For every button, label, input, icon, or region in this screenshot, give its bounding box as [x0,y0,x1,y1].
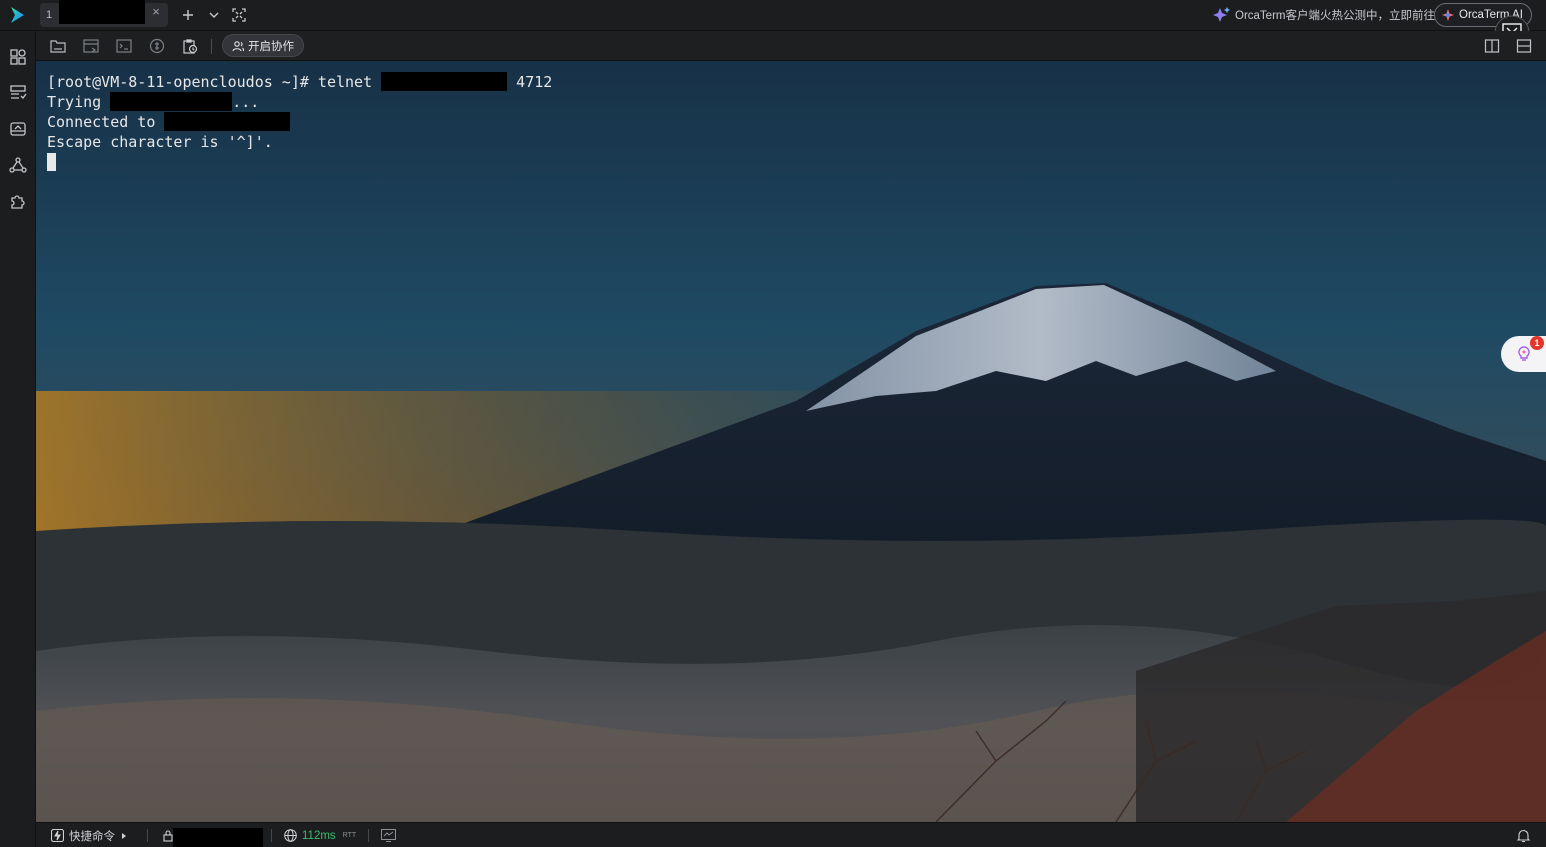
redacted-connected-host [164,112,291,131]
status-divider [147,829,148,842]
trying-prefix: Trying [47,93,111,111]
security-shield-icon[interactable] [149,38,165,54]
lightning-icon [51,829,64,842]
bell-icon[interactable] [1517,829,1530,843]
sparkle-icon [1213,7,1230,22]
quick-commands-label: 快捷命令 [69,830,115,843]
ai-star-icon [1442,9,1454,21]
collaborate-users-icon [232,40,244,51]
tab-close-icon[interactable]: × [144,0,168,24]
prompt-line: [root@VM-8-11-opencloudos ~]# telnet [47,73,382,91]
connected-prefix: Connected to [47,113,165,131]
telnet-port: 4712 [507,73,553,91]
network-nodes-icon[interactable] [9,156,27,174]
storage-drive-icon[interactable] [9,120,27,138]
fullscreen-icon[interactable] [231,7,247,23]
top-bar: 1 × OrcaTerm客户端火热公测中，立即前往 OrcaTerm AI [0,0,1546,51]
toolbar-divider [211,39,212,54]
promo-banner[interactable]: OrcaTerm客户端火热公测中，立即前往 [1212,6,1435,24]
split-vertical-icon[interactable] [1484,38,1500,54]
status-bar: 快捷命令 112ms RTT [36,822,1546,847]
latency-indicator[interactable]: 112ms RTT [284,823,356,847]
split-horizontal-icon[interactable] [1516,38,1532,54]
escape-line: Escape character is '^]'. [47,133,273,151]
trying-suffix: ... [232,93,260,111]
lightbulb-icon [1518,346,1530,361]
status-divider [368,829,369,842]
ai-assistant-floating-button[interactable]: 1 [1501,336,1546,372]
app-logo-icon [11,7,24,23]
redacted-server-address [173,828,263,847]
tab-title-redacted[interactable] [59,0,145,24]
redacted-ip [110,92,233,111]
sftp-folder-icon[interactable] [50,38,66,54]
start-collaboration-button[interactable]: 开启协作 [222,34,304,57]
terminal-cursor [47,153,56,171]
terminal-toolbar: 开启协作 [36,31,1546,61]
lock-icon [163,830,173,842]
file-transfer-icon[interactable] [83,38,99,54]
quick-commands-button[interactable]: 快捷命令 [51,823,128,847]
promo-text: OrcaTerm客户端火热公测中，立即前往 [1235,10,1435,22]
redacted-host [381,72,508,91]
left-sidebar [0,31,36,847]
plugin-puzzle-icon[interactable] [9,192,27,210]
caret-right-icon [122,832,126,839]
tab-number: 1 [45,9,53,21]
latency-unit: RTT [342,832,357,839]
terminal-background-image [36,61,1546,822]
status-divider [271,829,272,842]
new-tab-plus-icon[interactable] [180,7,196,23]
clipboard-history-icon[interactable] [182,38,198,54]
orcaterm-window: 1 × OrcaTerm客户端火热公测中，立即前往 OrcaTerm AI 开启… [0,0,1546,847]
globe-icon [284,829,297,842]
terminal-output: [root@VM-8-11-opencloudos ~]# telnet 471… [47,72,552,172]
monitor-chart-icon[interactable] [381,829,396,842]
collab-label: 开启协作 [248,40,294,53]
terminal-log-icon[interactable] [116,38,132,54]
dashboard-grid-icon[interactable] [9,48,27,66]
notification-badge: 1 [1530,336,1544,350]
latency-value: 112ms [302,829,336,842]
terminal-pane[interactable]: [root@VM-8-11-opencloudos ~]# telnet 471… [36,61,1546,822]
server-list-icon[interactable] [9,84,27,102]
chevron-down-icon[interactable] [206,7,222,23]
